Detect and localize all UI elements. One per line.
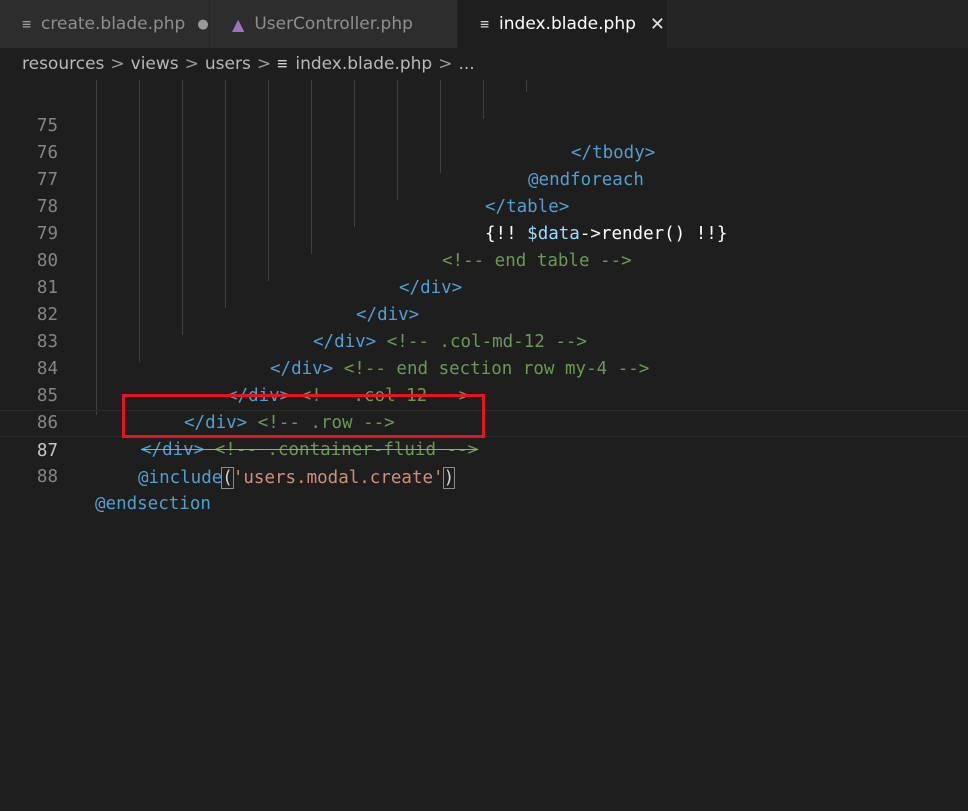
code-line[interactable]: 85 </div> <!-- .row --> — [0, 356, 968, 433]
code-line[interactable]: 77 </table> — [0, 140, 968, 217]
code-line[interactable]: 78 {!! $data->render() !!} — [0, 167, 968, 244]
code-line[interactable]: 84 </div> <!-- .col-12 --> — [0, 329, 968, 406]
breadcrumb: resources > views > users > ≡ index.blad… — [0, 48, 968, 80]
file-lines-icon: ≡ — [480, 15, 490, 33]
editor-tab-bar: ≡ create.blade.php ● ▲ UserController.ph… — [0, 0, 968, 48]
code-line[interactable]: 81 </div> — [0, 248, 968, 325]
breadcrumb-item-file[interactable]: index.blade.php — [295, 54, 432, 74]
code-line[interactable]: 79 <!-- end table --> — [0, 194, 968, 271]
unsaved-dot-icon[interactable]: ● — [197, 17, 208, 32]
code-text: @endsection — [95, 494, 211, 514]
chevron-right-icon: > — [110, 54, 125, 74]
tab-index-blade[interactable]: ≡ index.blade.php ✕ — [458, 0, 668, 48]
line-number: 88 — [36, 467, 58, 487]
breadcrumb-item-resources[interactable]: resources — [22, 54, 104, 74]
code-line[interactable]: 80 </div> — [0, 221, 968, 298]
close-tab-icon[interactable]: ✕ — [650, 14, 665, 35]
code-line[interactable]: 82 </div> <!-- .col-md-12 --> — [0, 275, 968, 352]
tab-label: UserController.php — [254, 14, 413, 34]
chevron-right-icon: > — [184, 54, 199, 74]
code-line[interactable]: 83 </div> <!-- end section row my-4 --> — [0, 302, 968, 379]
breadcrumb-item-users[interactable]: users — [205, 54, 251, 74]
file-lines-icon: ≡ — [277, 54, 288, 74]
breadcrumb-item-more[interactable]: ... — [458, 54, 474, 74]
annotation-highlight-box — [122, 394, 485, 438]
tab-create-blade[interactable]: ≡ create.blade.php ● — [0, 0, 210, 48]
code-line[interactable]: 88 @endsection — [0, 437, 968, 514]
tab-user-controller[interactable]: ▲ UserController.php — [210, 0, 458, 48]
chevron-right-icon: > — [256, 54, 272, 74]
code-editor[interactable]: 75 </tbody> 76 @endforeach 77 </table> 7… — [0, 80, 968, 811]
code-line[interactable]: 75 </tbody> — [0, 86, 968, 163]
tab-label: index.blade.php — [499, 14, 636, 34]
chevron-right-icon: > — [438, 54, 453, 74]
code-line[interactable]: 76 @endforeach — [0, 113, 968, 190]
breadcrumb-item-views[interactable]: views — [131, 54, 179, 74]
tab-label: create.blade.php — [41, 14, 186, 34]
file-lines-icon: ≡ — [22, 15, 32, 33]
php-elephant-icon: ▲ — [232, 14, 245, 34]
code-text: @include('users.modal.create') — [138, 467, 456, 489]
